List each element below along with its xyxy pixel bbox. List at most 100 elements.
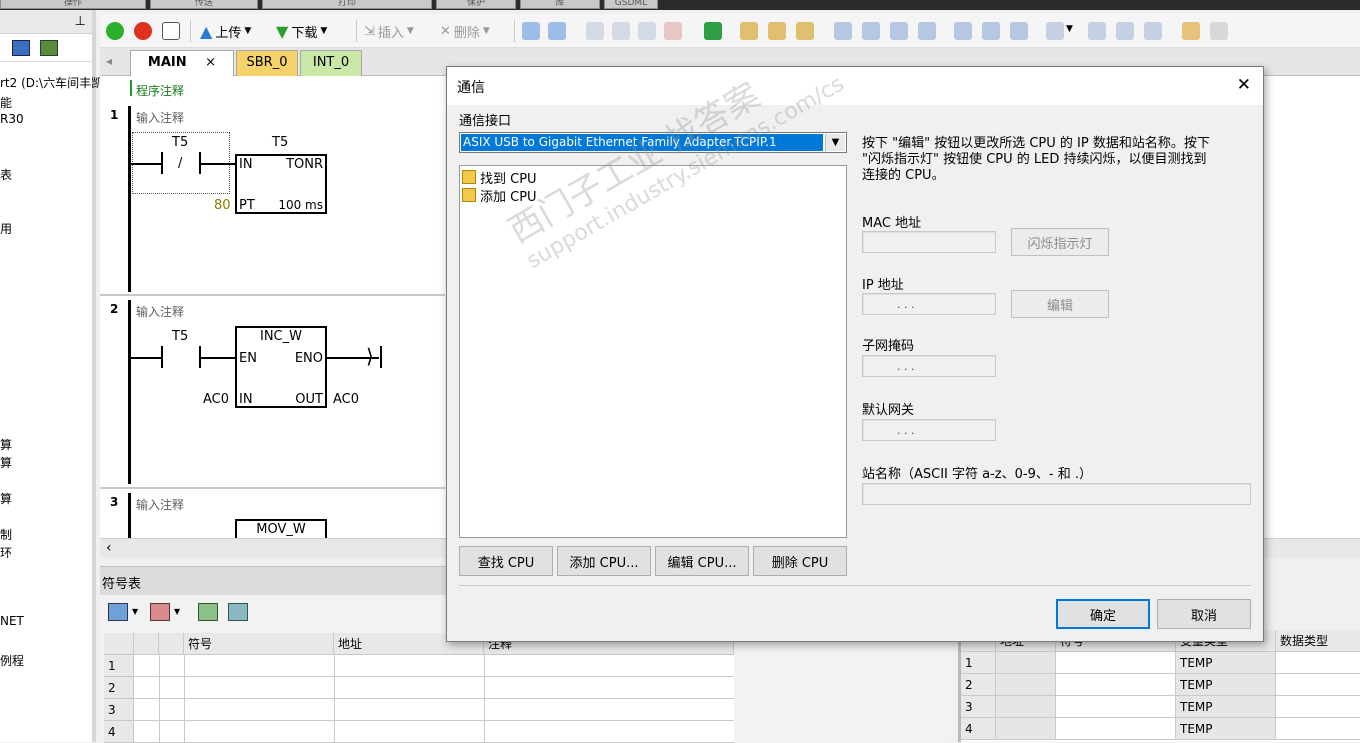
tree-item[interactable]: R30	[0, 112, 24, 126]
lock-icon[interactable]	[740, 22, 758, 40]
stop-icon[interactable]	[134, 22, 152, 40]
exit-icon[interactable]	[704, 22, 722, 40]
clear-icon[interactable]	[664, 22, 682, 40]
unlock-icon[interactable]	[768, 22, 786, 40]
data-type-cell[interactable]	[1276, 652, 1360, 674]
ip-field[interactable]: . . .	[862, 293, 996, 315]
symbol-col-header[interactable]: 符号	[184, 633, 334, 655]
down-line-icon[interactable]	[862, 22, 880, 40]
symbol-table-body[interactable]	[134, 655, 734, 743]
branch-icon[interactable]	[834, 22, 852, 40]
in-operand[interactable]: AC0	[203, 392, 229, 407]
delete-button[interactable]: ✕ 删除 ▼	[440, 20, 490, 42]
tree-item[interactable]: 环	[0, 544, 12, 561]
box-icon[interactable]	[1010, 22, 1028, 40]
chevron-down-icon[interactable]: ▼	[244, 26, 251, 36]
cancel-button[interactable]: 取消	[1157, 599, 1251, 629]
add-cpu-button[interactable]: 添加 CPU...	[557, 546, 651, 576]
tree-item[interactable]: 算	[0, 490, 12, 507]
view-icon[interactable]	[12, 40, 30, 56]
chevron-down-icon[interactable]: ▼	[132, 607, 138, 616]
coil-icon[interactable]	[982, 22, 1000, 40]
list-item-add-cpu[interactable]: 添加 CPU	[462, 186, 537, 205]
ribbon-tab-operate[interactable]: 操作	[0, 0, 146, 9]
var-symbol-cell[interactable]	[1056, 652, 1176, 674]
dialog-titlebar[interactable]: 通信 ✕	[447, 67, 1263, 105]
add-symbol-icon[interactable]	[108, 603, 128, 621]
data-type-header[interactable]: 数据类型	[1276, 630, 1360, 652]
data-type-cell[interactable]	[1276, 718, 1360, 740]
data-type-cell[interactable]	[1276, 696, 1360, 718]
bookmark-icon[interactable]	[796, 22, 814, 40]
edit-cpu-button[interactable]: 编辑 CPU...	[655, 546, 749, 576]
key-icon[interactable]	[1182, 22, 1200, 40]
close-icon[interactable]: ✕	[1237, 75, 1251, 95]
blink-led-button[interactable]: 闪烁指示灯	[1011, 228, 1109, 256]
rung-comment[interactable]: 输入注释	[136, 496, 184, 513]
tab-close-icon[interactable]: ×	[205, 55, 216, 70]
gateway-field[interactable]: . . .	[862, 419, 996, 441]
upload-button[interactable]: ▲ 上传 ▼	[200, 20, 251, 42]
contact-icon[interactable]	[954, 22, 972, 40]
chevron-down-icon[interactable]: ▼	[320, 26, 327, 36]
pt-value[interactable]: 80	[214, 198, 231, 213]
edit-button[interactable]: 编辑	[1011, 290, 1109, 318]
tab-scroll-left-icon[interactable]: ◂	[106, 54, 112, 68]
find-cpu-button[interactable]: 查找 CPU	[459, 546, 553, 576]
download-button[interactable]: ▼ 下载 ▼	[276, 20, 327, 42]
mov-w-box[interactable]: MOV_W	[235, 519, 327, 538]
tab-sbr0[interactable]: SBR_0	[236, 50, 298, 76]
compile-icon[interactable]	[162, 22, 180, 40]
scroll-left-icon[interactable]: ‹	[106, 540, 112, 556]
grid-icon[interactable]	[1088, 22, 1106, 40]
insert-button[interactable]: ⇲ 插入 ▼	[364, 20, 414, 42]
ribbon-tab-print[interactable]: 打印	[262, 0, 432, 9]
var-symbol-cell[interactable]	[1056, 696, 1176, 718]
edit-icon[interactable]	[1116, 22, 1134, 40]
edit2-icon[interactable]	[1144, 22, 1162, 40]
ribbon-tab-library[interactable]: 库	[520, 0, 600, 9]
cpu-list[interactable]: 找到 CPU 添加 CPU	[459, 165, 847, 538]
window-icon[interactable]	[586, 22, 604, 40]
tree-item[interactable]: 算	[0, 436, 12, 453]
tab-main[interactable]: MAIN ×	[130, 50, 234, 76]
import-icon[interactable]	[198, 603, 218, 621]
rung-comment[interactable]: 输入注释	[136, 109, 184, 126]
ribbon-tab-transfer[interactable]: 传送	[150, 0, 258, 9]
tree-item[interactable]: 表	[0, 166, 12, 183]
pin-icon[interactable]: ⊥	[75, 14, 86, 29]
data-type-cell[interactable]	[1276, 674, 1360, 696]
chevron-down-icon[interactable]: ▼	[483, 26, 490, 36]
station-name-field[interactable]	[862, 483, 1251, 505]
delete-symbol-icon[interactable]	[150, 603, 170, 621]
station-icon[interactable]	[40, 40, 58, 56]
chevron-down-icon[interactable]: ▼	[825, 134, 845, 151]
ok-button[interactable]: 确定	[1056, 599, 1150, 629]
var-symbol-cell[interactable]	[1056, 718, 1176, 740]
program-comment[interactable]: 程序注释	[136, 82, 184, 99]
tree-item[interactable]: 能	[0, 94, 12, 111]
chevron-down-icon[interactable]: ▼	[1066, 24, 1073, 34]
label-icon[interactable]	[1046, 22, 1064, 40]
inc-w-box[interactable]: INC_W EN ENO IN OUT	[235, 326, 327, 408]
out-operand[interactable]: AC0	[333, 392, 359, 407]
tab-int0[interactable]: INT_0	[300, 50, 362, 76]
properties-icon[interactable]	[1210, 22, 1228, 40]
tree-item[interactable]: 算	[0, 454, 12, 471]
tree-item-project[interactable]: rt2 (D:\六车间丰凯	[0, 74, 103, 91]
interface-select[interactable]: ASIX USB to Gigabit Ethernet Family Adap…	[459, 132, 847, 153]
network2-icon[interactable]	[548, 22, 566, 40]
subnet-field[interactable]: . . .	[862, 355, 996, 377]
tonr-box[interactable]: IN TONR PT 100 ms	[235, 154, 327, 214]
tree-item[interactable]: 制	[0, 526, 12, 543]
var-symbol-cell[interactable]	[1056, 674, 1176, 696]
right-line-icon[interactable]	[918, 22, 936, 40]
run-icon[interactable]	[106, 22, 124, 40]
up-line-icon[interactable]	[890, 22, 908, 40]
rung-comment[interactable]: 输入注释	[136, 303, 184, 320]
network-icon[interactable]	[522, 22, 540, 40]
ribbon-tab-protect[interactable]: 保护	[436, 0, 516, 9]
delete-cpu-button[interactable]: 删除 CPU	[753, 546, 847, 576]
list-item-find-cpu[interactable]: 找到 CPU	[462, 168, 537, 187]
export-icon[interactable]	[228, 603, 248, 621]
